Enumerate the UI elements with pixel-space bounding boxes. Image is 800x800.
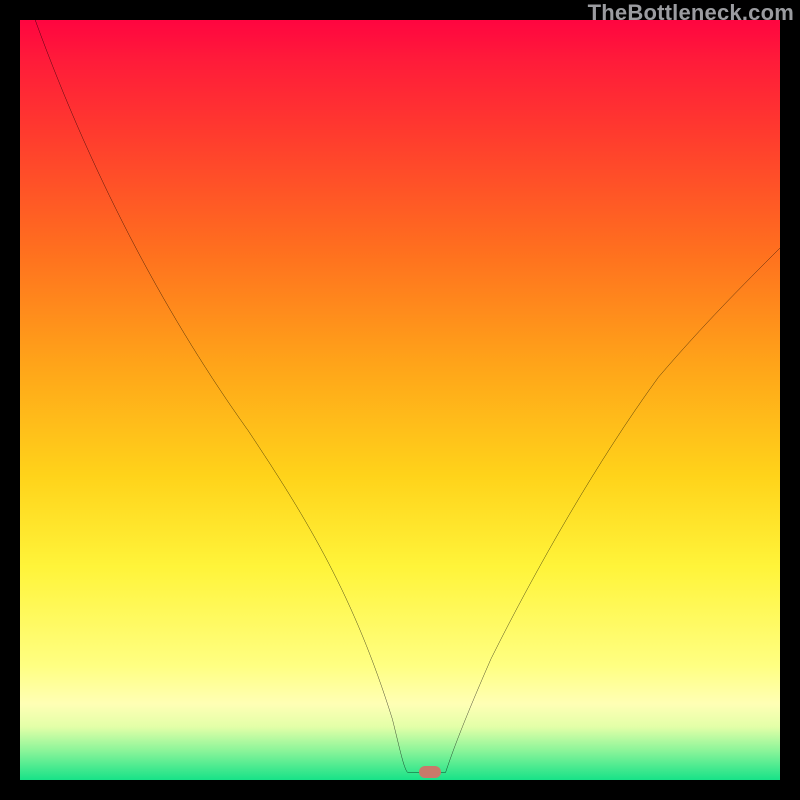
chart-stage: TheBottleneck.com — [0, 0, 800, 800]
curve-right-branch — [446, 248, 780, 772]
curve-left-branch — [35, 20, 407, 772]
minimum-marker — [419, 766, 441, 778]
plot-area — [20, 20, 780, 780]
watermark-text: TheBottleneck.com — [588, 0, 794, 26]
bottleneck-curve — [20, 20, 780, 780]
